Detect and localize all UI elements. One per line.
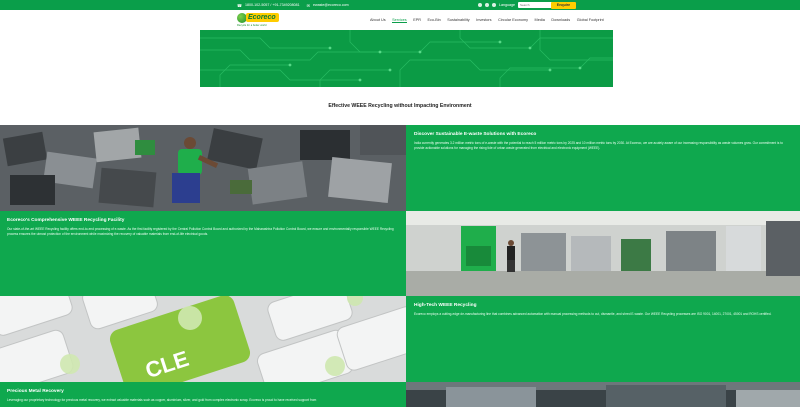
nav-item-epr[interactable]: EPR bbox=[413, 18, 421, 23]
nav-item-media[interactable]: Media bbox=[535, 18, 545, 23]
nav-item-downloads[interactable]: Downloads bbox=[551, 18, 570, 23]
hero-banner bbox=[200, 30, 613, 87]
section-title: High-Tech WEEE Recycling bbox=[414, 303, 477, 308]
section-precious-metal: Precious Metal Recovery Leveraging our p… bbox=[0, 382, 406, 407]
nav-item-eco-bin[interactable]: Eco-Bin bbox=[428, 18, 441, 23]
circuit-board-image bbox=[200, 30, 613, 87]
language-selector[interactable]: Language bbox=[499, 3, 515, 7]
nav-item-global-footprint[interactable]: Global Footprint bbox=[577, 18, 604, 23]
section-title: Ecoreco's Comprehensive WEEE Recycling F… bbox=[7, 218, 125, 223]
nav-item-sustainability[interactable]: Sustainability bbox=[447, 18, 469, 23]
logo[interactable]: Ecoreco Recycle for a better world bbox=[237, 12, 281, 28]
contact-info: ☎ 1800-102-5057 / +91-7349208081 ✉ ewast… bbox=[237, 3, 349, 8]
phone-link[interactable]: 1800-102-5057 / +91-7349208081 bbox=[245, 3, 300, 7]
facebook-icon[interactable] bbox=[478, 2, 482, 7]
section-body: Ecoreco employs a cutting-edge de-manufa… bbox=[414, 312, 772, 316]
section-body: Leveraging our proprietary technology fo… bbox=[7, 398, 317, 402]
twitter-icon[interactable] bbox=[485, 2, 489, 7]
nav-item-about-us[interactable]: About Us bbox=[370, 18, 386, 23]
section-title: Precious Metal Recovery bbox=[7, 389, 64, 394]
email-link[interactable]: ewaste@ecoreco.com bbox=[313, 3, 349, 7]
factory-interior-image bbox=[406, 211, 800, 296]
section-high-tech-recycling: High-Tech WEEE Recycling Ecoreco employs… bbox=[406, 296, 800, 382]
section-body: Our state-of-the-art WEEE Recycling faci… bbox=[7, 227, 394, 236]
section-body: India currently generates 3.2 million me… bbox=[414, 141, 783, 150]
nav-item-services[interactable]: Services bbox=[392, 18, 407, 23]
metal-scrap-image bbox=[406, 382, 800, 407]
recycle-keyboard-image: CLE bbox=[0, 296, 406, 382]
logo-text: Ecoreco bbox=[246, 13, 279, 22]
ewaste-pile-image bbox=[0, 125, 406, 211]
section-title: Discover Sustainable E-waste Solutions w… bbox=[414, 132, 537, 137]
nav-item-circular-economy[interactable]: Circular Economy bbox=[498, 18, 528, 23]
page-heading: Effective WEEE Recycling without Impacti… bbox=[328, 103, 472, 109]
nav-item-investors[interactable]: Investors bbox=[476, 18, 491, 23]
top-bar: ☎ 1800-102-5057 / +91-7349208081 ✉ ewast… bbox=[0, 0, 800, 10]
logo-tagline: Recycle for a better world bbox=[237, 24, 267, 27]
linkedin-icon[interactable] bbox=[492, 2, 496, 7]
mail-icon: ✉ bbox=[306, 2, 310, 8]
section-sustainable-solutions: Discover Sustainable E-waste Solutions w… bbox=[406, 125, 800, 211]
phone-icon: ☎ bbox=[237, 2, 242, 8]
enquire-button[interactable]: Enquire bbox=[551, 1, 576, 9]
site-header: Ecoreco Recycle for a better world About… bbox=[0, 10, 800, 30]
section-recycling-facility: Ecoreco's Comprehensive WEEE Recycling F… bbox=[0, 211, 406, 296]
main-nav: About Us Services EPR Eco-Bin Sustainability… bbox=[370, 18, 604, 23]
